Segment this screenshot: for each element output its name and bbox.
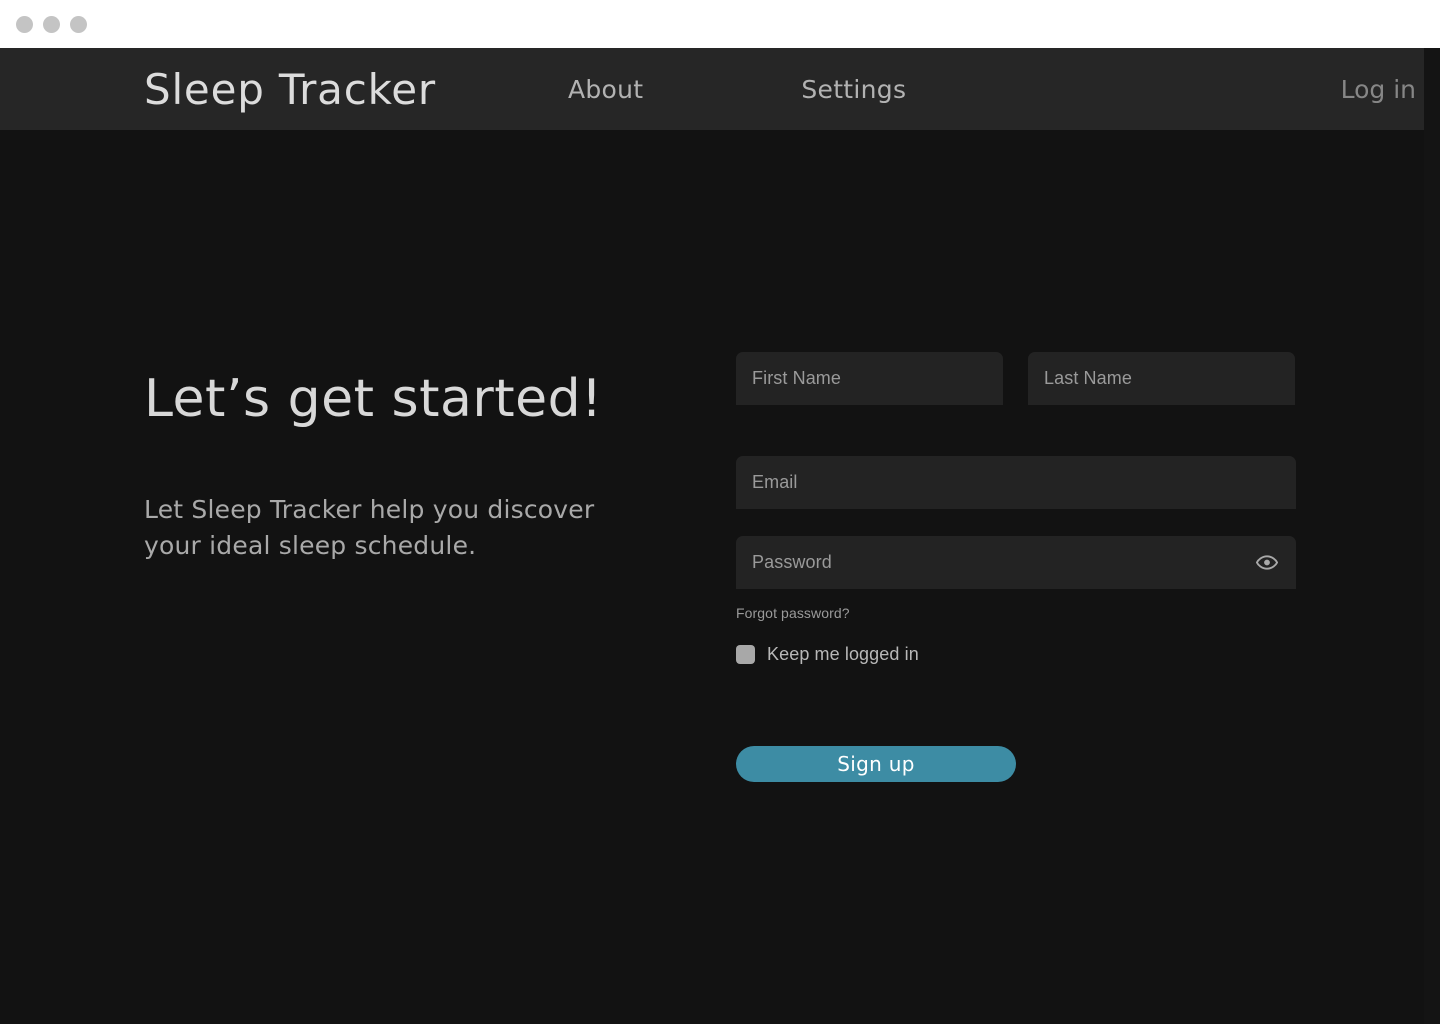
app-logo[interactable]: Sleep Tracker <box>144 65 436 114</box>
first-name-input[interactable] <box>752 352 987 405</box>
password-field[interactable] <box>736 536 1296 589</box>
page-title: Let’s get started! <box>144 369 603 429</box>
nav-item-login[interactable]: Log in <box>1341 75 1416 104</box>
forgot-password-link[interactable]: Forgot password? <box>736 605 850 621</box>
keep-logged-in-checkbox[interactable] <box>736 645 755 664</box>
sign-up-button[interactable]: Sign up <box>736 746 1016 782</box>
window-titlebar <box>0 0 1440 48</box>
minimize-window-icon[interactable] <box>43 15 60 33</box>
top-navigation-bar: Sleep Tracker About Settings Log in <box>0 48 1424 130</box>
close-window-icon[interactable] <box>16 15 33 33</box>
last-name-field[interactable] <box>1028 352 1295 405</box>
page-subtitle: Let Sleep Tracker help you discover your… <box>144 494 595 561</box>
nav-item-settings[interactable]: Settings <box>801 75 906 104</box>
keep-logged-in-row: Keep me logged in <box>736 644 1296 665</box>
toggle-password-visibility-button[interactable] <box>1252 550 1282 576</box>
window-right-inset <box>1424 48 1440 1024</box>
nav-item-about[interactable]: About <box>568 75 643 104</box>
last-name-input[interactable] <box>1044 352 1279 405</box>
hero-section: Let’s get started! Let Sleep Tracker hel… <box>144 369 684 564</box>
page-content: Let’s get started! Let Sleep Tracker hel… <box>0 130 1424 1024</box>
maximize-window-icon[interactable] <box>70 15 87 33</box>
app-window: Sleep Tracker About Settings Log in Let’… <box>0 0 1440 1024</box>
password-input[interactable] <box>752 536 1280 589</box>
eye-icon <box>1256 555 1278 570</box>
signup-form: Forgot password? Keep me logged in Sign … <box>736 352 1296 782</box>
keep-logged-in-label[interactable]: Keep me logged in <box>767 644 919 665</box>
name-fields-row <box>736 352 1296 405</box>
first-name-field[interactable] <box>736 352 1003 405</box>
email-field[interactable] <box>736 456 1296 509</box>
email-input[interactable] <box>752 456 1280 509</box>
